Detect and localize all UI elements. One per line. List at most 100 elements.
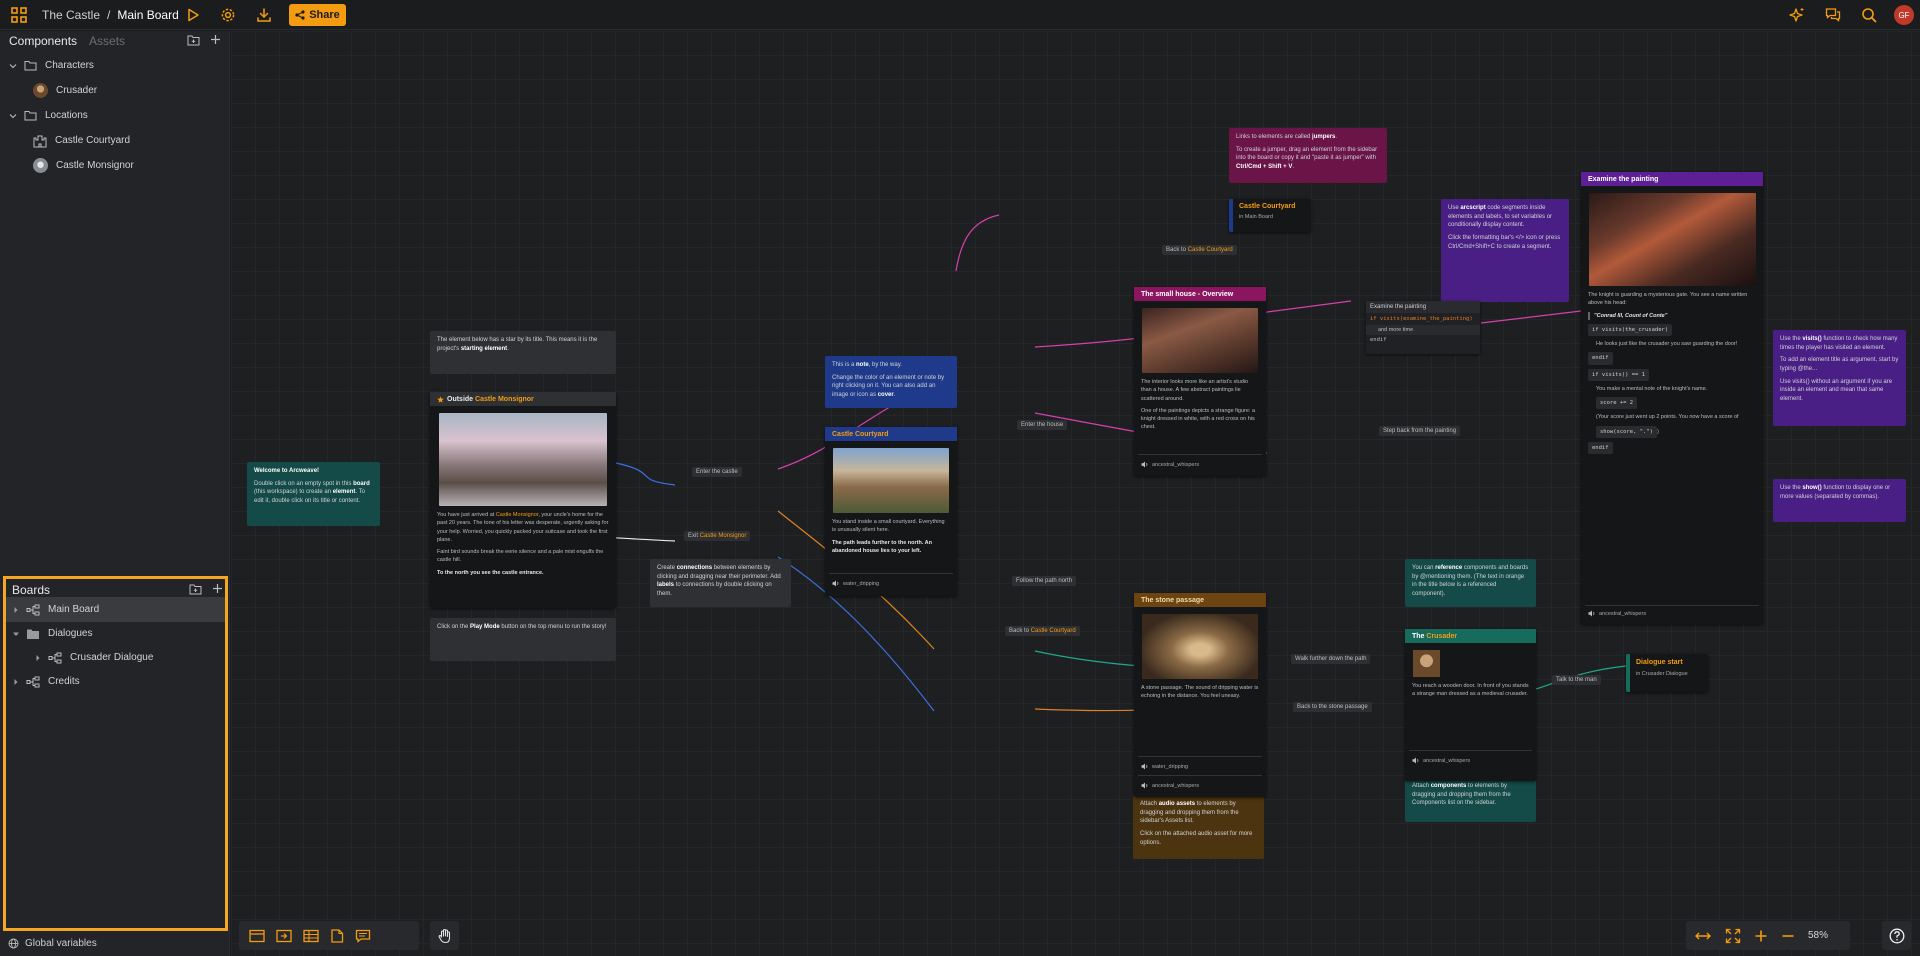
- settings-button[interactable]: [217, 0, 239, 30]
- element-icon[interactable]: [249, 929, 265, 943]
- element-title: Outside Castle Monsignor: [430, 392, 616, 406]
- speaker-icon: [1141, 763, 1149, 770]
- note-visits[interactable]: Use the visits() function to check how m…: [1773, 330, 1906, 426]
- note-body: This is a note, by the way.: [832, 362, 902, 368]
- connection-branch-out[interactable]: [1480, 310, 1582, 324]
- play-button[interactable]: [182, 0, 204, 30]
- audio-asset[interactable]: water_dripping: [1141, 763, 1188, 770]
- label-back-stone[interactable]: Back to the stone passage: [1293, 702, 1372, 712]
- search-button[interactable]: [1858, 0, 1880, 30]
- label-follow-path[interactable]: Follow the path north: [1012, 576, 1077, 586]
- audio-asset[interactable]: ancestral_whispers: [1141, 461, 1199, 468]
- note-references[interactable]: You can reference components and boards …: [1405, 559, 1536, 607]
- note-about-notes[interactable]: This is a note, by the way. Change the c…: [825, 356, 957, 408]
- export-button[interactable]: [253, 0, 275, 30]
- label-enter-house[interactable]: Enter the house: [1017, 420, 1068, 430]
- chevron-right-icon[interactable]: [32, 652, 44, 664]
- board-canvas[interactable]: Welcome to Arcweave! Double click on an …: [231, 31, 1920, 956]
- note-play-mode[interactable]: Click on the Play Mode button on the top…: [430, 618, 616, 661]
- branch-condition[interactable]: if visits(examine_the_painting): [1366, 313, 1480, 325]
- globe-icon: [8, 938, 19, 949]
- note-show[interactable]: Use the show() function to display one o…: [1773, 479, 1906, 522]
- note-jumpers[interactable]: Links to elements are called jumpers. To…: [1229, 128, 1387, 183]
- chevron-right-icon[interactable]: [10, 604, 22, 616]
- note-arcscript[interactable]: Use arcscript code segments inside eleme…: [1441, 199, 1569, 302]
- note-audio[interactable]: Attach audio assets to elements by dragg…: [1133, 795, 1264, 859]
- fit-screen-icon[interactable]: [1725, 928, 1741, 944]
- board-folder-dialogues[interactable]: Dialogues: [6, 621, 225, 646]
- comments-button[interactable]: [1822, 0, 1844, 30]
- note-body: The element below has a star by its titl…: [437, 337, 598, 352]
- jumper-icon[interactable]: [276, 929, 292, 943]
- tree-item-label: Crusader: [56, 85, 98, 96]
- element-small-house[interactable]: The small house - Overview The interior …: [1134, 287, 1266, 476]
- comment-icon[interactable]: [355, 929, 371, 943]
- element-title: Examine the painting: [1581, 172, 1763, 186]
- element-castle-courtyard[interactable]: Castle Courtyard You stand inside a smal…: [825, 427, 957, 596]
- top-bar: The Castle / Main Board Share GF: [0, 0, 1920, 30]
- chevron-right-icon[interactable]: [10, 676, 22, 688]
- board-item-credits[interactable]: Credits: [6, 669, 225, 694]
- breadcrumb-board[interactable]: Main Board: [117, 8, 178, 22]
- new-folder-icon[interactable]: [189, 583, 202, 595]
- board-item-crusader-dialogue[interactable]: Crusader Dialogue: [6, 645, 225, 670]
- new-folder-icon[interactable]: [187, 34, 200, 46]
- zoom-level[interactable]: 58%: [1808, 930, 1828, 941]
- zoom-in-icon[interactable]: [1754, 929, 1768, 943]
- audio-asset[interactable]: water_dripping: [832, 580, 879, 587]
- element-crusader[interactable]: The Crusader You reach a wooden door. In…: [1405, 629, 1536, 781]
- connection-back-to-courtyard[interactable]: [955, 214, 1000, 272]
- label-walk-further[interactable]: Walk further down the path: [1291, 654, 1371, 664]
- note-connections[interactable]: Create connections between elements by c…: [650, 559, 791, 607]
- grid-icon: [8, 4, 30, 26]
- element-examine-painting[interactable]: Examine the painting The knight is guard…: [1581, 172, 1763, 624]
- tree-folder-locations[interactable]: Locations: [0, 103, 229, 128]
- chevron-down-icon[interactable]: [10, 628, 22, 640]
- tree-item-castle-monsignor[interactable]: Castle Monsignor: [0, 153, 229, 178]
- board-item-main-board[interactable]: Main Board: [6, 597, 225, 622]
- audio-asset[interactable]: ancestral_whispers: [1141, 782, 1199, 789]
- connection-branch-in[interactable]: [1266, 300, 1352, 313]
- connection-enter-castle[interactable]: [615, 462, 676, 486]
- element-stone-passage[interactable]: The stone passage A stone passage. The s…: [1134, 593, 1266, 797]
- pan-tool-button[interactable]: [430, 921, 459, 950]
- branch-examine-painting[interactable]: Examine the painting if visits(examine_t…: [1366, 301, 1480, 354]
- jumper-dialogue-start[interactable]: Dialogue start in Crusader Dialogue: [1626, 654, 1708, 692]
- help-button[interactable]: [1882, 921, 1911, 950]
- label-step-back[interactable]: Step back from the painting: [1379, 426, 1461, 436]
- user-avatar[interactable]: GF: [1894, 5, 1914, 25]
- jumper-castle-courtyard[interactable]: Castle Courtyard in Main Board: [1229, 199, 1311, 232]
- share-button[interactable]: Share: [289, 4, 346, 26]
- note-body: Double click on an empty spot in this bo…: [254, 480, 370, 505]
- download-icon: [253, 4, 275, 26]
- add-icon[interactable]: [210, 34, 221, 46]
- note-components[interactable]: Attach components to elements by draggin…: [1405, 777, 1536, 822]
- label-enter-castle[interactable]: Enter the castle: [692, 467, 742, 477]
- tree-folder-characters[interactable]: Characters: [0, 53, 229, 78]
- element-outside-castle[interactable]: Outside Castle Monsignor You have just a…: [430, 392, 616, 608]
- board-item-label: Crusader Dialogue: [70, 652, 154, 663]
- tree-item-crusader[interactable]: Crusader: [0, 78, 229, 103]
- label-back-to-courtyard[interactable]: Back to Castle Courtyard: [1162, 245, 1237, 255]
- breadcrumb-project[interactable]: The Castle: [42, 8, 100, 22]
- zoom-out-icon[interactable]: [1781, 929, 1795, 943]
- audio-asset[interactable]: ancestral_whispers: [1588, 610, 1646, 617]
- apps-menu-button[interactable]: [8, 0, 30, 30]
- note-starting-element[interactable]: The element below has a star by its titl…: [430, 331, 616, 374]
- label-back-courtyard-2[interactable]: Back to Castle Courtyard: [1005, 626, 1080, 636]
- tab-components[interactable]: Components: [9, 34, 77, 48]
- chevron-down-icon[interactable]: [7, 60, 19, 72]
- label-exit-castle[interactable]: Exit Castle Monsignor: [684, 531, 751, 541]
- chevron-down-icon[interactable]: [7, 110, 19, 122]
- tab-assets[interactable]: Assets: [89, 34, 125, 48]
- fit-width-icon[interactable]: [1694, 930, 1712, 942]
- add-board-icon[interactable]: [212, 583, 223, 595]
- branch-icon[interactable]: [303, 929, 319, 943]
- audio-asset[interactable]: ancestral_whispers: [1412, 757, 1470, 764]
- note-icon[interactable]: [330, 928, 344, 943]
- ai-assistant-button[interactable]: [1786, 0, 1808, 30]
- tree-item-castle-courtyard[interactable]: Castle Courtyard: [0, 128, 229, 153]
- label-talk[interactable]: Talk to the man: [1552, 675, 1601, 685]
- note-welcome[interactable]: Welcome to Arcweave! Double click on an …: [247, 462, 380, 526]
- global-variables-button[interactable]: Global variables: [8, 938, 97, 949]
